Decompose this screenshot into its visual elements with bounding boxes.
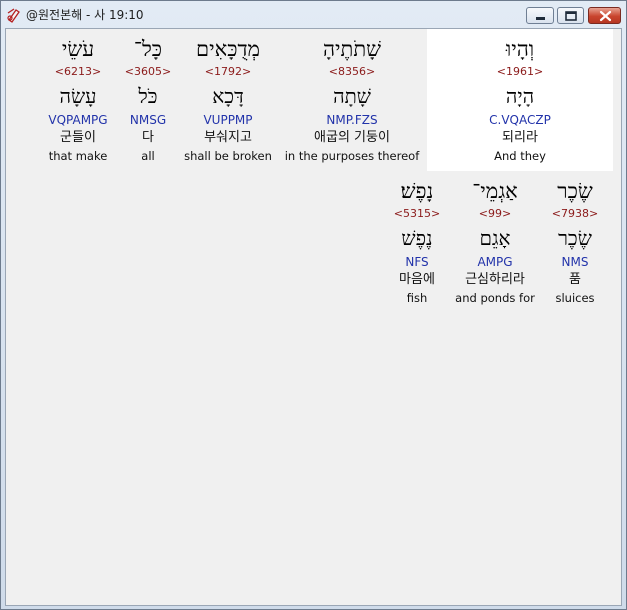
morphology-code: VUPPMP — [203, 113, 253, 127]
strong-number[interactable]: <3605> — [122, 65, 174, 79]
app-window: @원전본해 - 사 19:10 וְהָיוּ <1961> הָיָה C.V… — [0, 0, 627, 610]
hebrew-word[interactable]: אַגְמֵי־ — [452, 179, 538, 203]
korean-gloss: 품 — [569, 272, 581, 287]
strong-number[interactable]: <1961> — [427, 65, 613, 79]
strong-number[interactable]: <99> — [452, 207, 538, 221]
hebrew-lemma: דָּכָא — [212, 84, 244, 108]
hebrew-lemma: כֹּל — [138, 84, 158, 108]
strong-number[interactable]: <7938> — [544, 207, 606, 221]
korean-gloss: 군들이 — [60, 130, 96, 145]
korean-gloss: 되리라 — [502, 130, 538, 145]
english-gloss: and ponds for — [455, 291, 535, 305]
hebrew-lemma: אָגֵם — [479, 226, 511, 250]
morphology-code: C.VQACZP — [489, 113, 551, 127]
hebrew-lemma: עָשָׂה — [59, 84, 97, 108]
english-gloss: fish — [406, 291, 428, 305]
hebrew-word[interactable]: נָפֶשׁ׃ — [388, 179, 446, 203]
maximize-button[interactable] — [557, 7, 584, 24]
morphology-code: AMPG — [477, 255, 513, 269]
hebrew-word[interactable]: כָּל־ — [122, 37, 174, 61]
app-icon — [6, 7, 22, 23]
hebrew-lemma: הָיָה — [505, 84, 535, 108]
hebrew-word[interactable]: שָׁתֹתֶיהָ — [282, 37, 422, 61]
korean-gloss: 마음에 — [399, 272, 435, 287]
close-button[interactable] — [588, 7, 621, 24]
english-gloss: all — [141, 149, 155, 163]
hebrew-word[interactable]: וְהָיוּ — [427, 37, 613, 61]
morphology-code: NMSG — [129, 113, 167, 127]
hebrew-word[interactable]: שֶׂכֶר — [544, 179, 606, 203]
english-gloss: sluices — [555, 291, 595, 305]
strong-number[interactable]: <6213> — [40, 65, 116, 79]
hebrew-word[interactable]: מְדֻכָּאִים — [180, 37, 276, 61]
strong-number[interactable]: <8356> — [282, 65, 422, 79]
strong-number[interactable]: <5315> — [388, 207, 446, 221]
english-gloss: in the purposes thereof — [284, 149, 420, 163]
morphology-code: NFS — [405, 255, 429, 269]
close-icon — [599, 10, 612, 22]
english-gloss: shall be broken — [184, 149, 272, 163]
minimize-button[interactable] — [526, 7, 554, 24]
title-bar[interactable]: @원전본해 - 사 19:10 — [1, 1, 626, 28]
minimize-icon — [536, 17, 545, 20]
korean-gloss: 다 — [142, 130, 154, 145]
morphology-code: NMS — [561, 255, 589, 269]
korean-gloss: 근심하리라 — [465, 272, 525, 287]
english-gloss: And they — [494, 149, 546, 163]
morphology-code: NMP.FZS — [326, 113, 378, 127]
hebrew-lemma: שָׁתָה — [333, 84, 371, 108]
korean-gloss: 애굽의 기둥이 — [314, 130, 390, 145]
english-gloss: that make — [48, 149, 108, 163]
hebrew-word[interactable]: עֹשֵׂי — [40, 37, 116, 61]
hebrew-lemma: שֶׂכֶר — [558, 226, 592, 250]
interlinear-panel: וְהָיוּ <1961> הָיָה C.VQACZP 되리라 And th… — [5, 28, 622, 606]
maximize-icon — [565, 11, 577, 21]
korean-gloss: 부숴지고 — [204, 130, 252, 145]
window-title: @원전본해 - 사 19:10 — [26, 8, 144, 22]
strong-number[interactable]: <1792> — [180, 65, 276, 79]
morphology-code: VQPAMPG — [48, 113, 108, 127]
hebrew-lemma: נֶפֶשׁ — [401, 226, 433, 250]
